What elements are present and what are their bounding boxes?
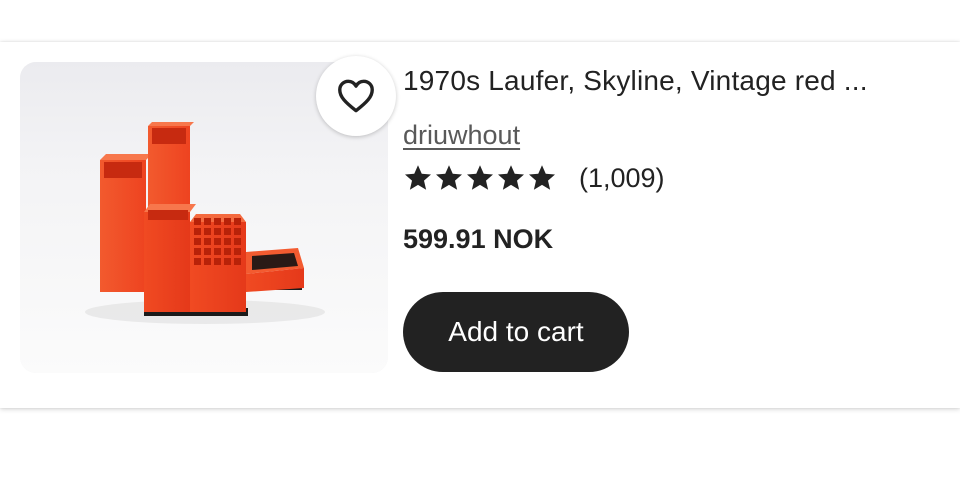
listing-title[interactable]: 1970s Laufer, Skyline, Vintage red ... [403,62,943,100]
star-filled-icon [467,165,493,190]
star-filled-icon [529,165,555,190]
star-filled-icon [436,165,462,190]
listing-price: 599.91 NOK [403,224,554,254]
review-count: (1,009) [579,162,665,193]
listing-info: 1970s Laufer, Skyline, Vintage red ... d… [403,62,943,372]
shop-name-link[interactable]: driuwhout [403,118,520,152]
rating-row: (1,009) [403,158,943,198]
star-filled-icon [405,165,431,190]
heart-outline-icon [338,79,374,113]
star-rating [403,163,557,193]
listing-card[interactable]: 1970s Laufer, Skyline, Vintage red ... d… [0,42,960,408]
page: 1970s Laufer, Skyline, Vintage red ... d… [0,0,960,478]
star-filled-icon [498,165,524,190]
favorite-button[interactable] [316,56,396,136]
add-to-cart-button[interactable]: Add to cart [403,292,629,372]
